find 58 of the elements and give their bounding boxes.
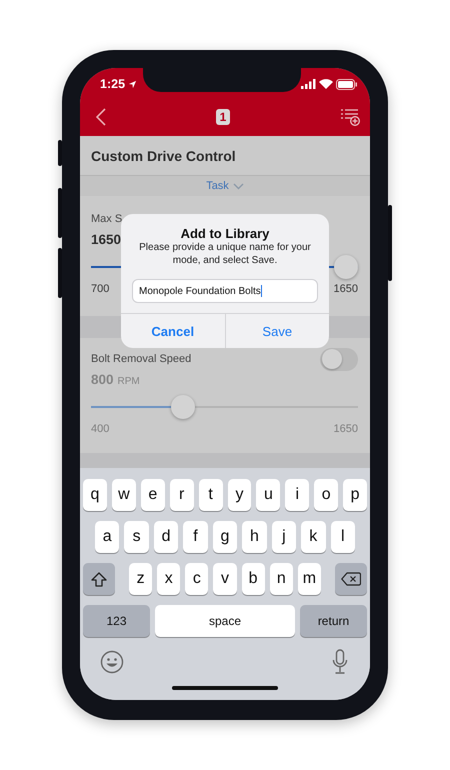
letter-key[interactable]: i: [285, 479, 310, 511]
min-label: 400: [91, 423, 110, 435]
name-input-field[interactable]: Monopole Foundation Bolts: [132, 279, 318, 303]
letter-key[interactable]: y: [228, 479, 252, 511]
shift-icon: [91, 572, 107, 586]
letter-key[interactable]: t: [198, 479, 223, 511]
letter-key[interactable]: s: [124, 521, 149, 553]
setting-value: 800: [91, 372, 114, 387]
setting-value: 1650: [91, 232, 122, 247]
letter-key[interactable]: b: [242, 563, 265, 595]
letter-key[interactable]: o: [314, 479, 338, 511]
return-key[interactable]: return: [300, 605, 367, 637]
letter-key[interactable]: x: [157, 563, 180, 595]
letter-key[interactable]: e: [140, 479, 165, 511]
min-label: 700: [91, 283, 110, 295]
back-icon[interactable]: [96, 108, 106, 126]
microphone-icon[interactable]: [332, 649, 348, 675]
letter-key[interactable]: h: [242, 521, 267, 553]
shift-key[interactable]: [83, 563, 115, 595]
letter-key[interactable]: a: [95, 521, 120, 553]
save-button[interactable]: Save: [224, 314, 329, 348]
max-label: 1650: [334, 283, 358, 295]
battery-icon: [336, 78, 358, 90]
screen-title: Custom Drive Control: [91, 148, 236, 164]
setting-label: Bolt Removal Speed: [91, 353, 192, 365]
delete-icon: [340, 572, 361, 586]
letter-key[interactable]: l: [330, 521, 355, 553]
add-list-icon[interactable]: [340, 108, 360, 126]
emoji-icon[interactable]: [100, 650, 124, 674]
letter-key[interactable]: z: [129, 563, 152, 595]
dialog-title: Add to Library: [180, 226, 270, 241]
letter-key[interactable]: p: [343, 479, 368, 511]
letter-key[interactable]: w: [112, 479, 136, 511]
location-icon: [128, 80, 138, 88]
letter-key[interactable]: f: [183, 521, 208, 553]
letter-key[interactable]: c: [185, 563, 208, 595]
cancel-button[interactable]: Cancel: [121, 314, 224, 348]
setting-label: Max S: [91, 213, 122, 225]
wifi-icon: [319, 79, 333, 89]
letter-key[interactable]: q: [83, 479, 107, 511]
space-key[interactable]: space: [155, 605, 295, 637]
unit-label: RPM: [118, 376, 140, 387]
letter-key[interactable]: u: [256, 479, 280, 511]
letter-key[interactable]: n: [270, 563, 293, 595]
letter-key[interactable]: d: [154, 521, 178, 553]
letter-key[interactable]: v: [213, 563, 237, 595]
status-time: 1:25: [100, 77, 126, 91]
letter-key[interactable]: m: [298, 563, 321, 595]
delete-key[interactable]: [334, 563, 367, 595]
numbers-key[interactable]: 123: [83, 605, 150, 637]
count-badge: 1: [216, 109, 230, 125]
letter-key[interactable]: k: [301, 521, 326, 553]
dialog-message: Please provide a unique name for your mode, and select Save.: [138, 241, 312, 267]
letter-key[interactable]: g: [212, 521, 238, 553]
letter-key[interactable]: r: [170, 479, 194, 511]
signal-icon: [301, 79, 316, 89]
max-label: 1650: [334, 423, 358, 435]
letter-key[interactable]: j: [272, 521, 296, 553]
